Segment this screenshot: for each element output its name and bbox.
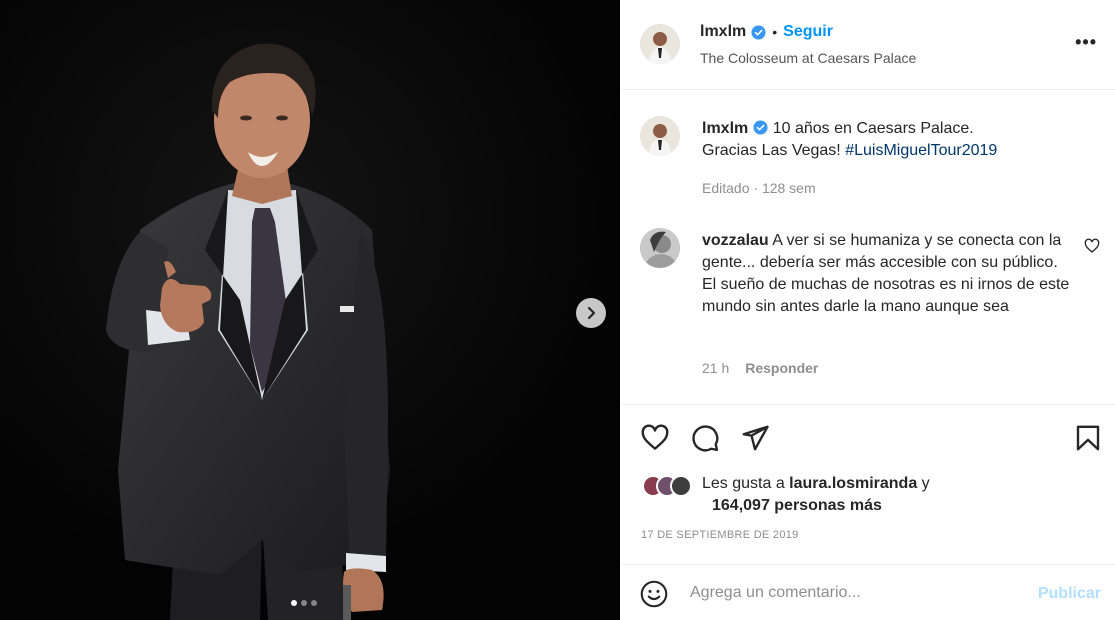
caption-line-2: Gracias Las Vegas! <box>702 142 846 159</box>
liker-avatars <box>642 475 692 497</box>
smiley-icon[interactable] <box>640 580 668 608</box>
paper-plane-icon[interactable] <box>740 423 770 453</box>
commenter-username[interactable]: vozzalau <box>702 232 769 249</box>
carousel-next-button[interactable] <box>576 298 606 328</box>
author-username[interactable]: lmxlm <box>700 23 746 41</box>
author-line: lmxlm • Seguir <box>700 23 833 41</box>
carousel-indicator <box>291 600 317 606</box>
more-options-icon[interactable]: ••• <box>1075 32 1097 53</box>
carousel-dot <box>301 600 307 606</box>
caption-line-1: 10 años en Caesars Palace. <box>768 120 974 137</box>
publish-button[interactable]: Publicar <box>1038 585 1101 603</box>
carousel-dot-active <box>291 600 297 606</box>
post-sidebar: lmxlm • Seguir The Colosseum at Caesars … <box>620 0 1115 620</box>
post-location[interactable]: The Colosseum at Caesars Palace <box>700 50 916 66</box>
caption-author-avatar[interactable] <box>640 116 680 156</box>
likes-suffix: y <box>917 475 930 492</box>
comment-bubble-icon[interactable] <box>690 423 720 453</box>
follow-button[interactable]: Seguir <box>783 23 833 41</box>
verified-badge-icon <box>753 120 768 135</box>
verified-badge-icon <box>751 24 766 40</box>
heart-icon[interactable] <box>1084 238 1100 254</box>
bookmark-icon[interactable] <box>1073 423 1103 453</box>
comment-meta: 21 h Responder <box>702 360 818 376</box>
reply-button[interactable]: Responder <box>745 360 818 376</box>
likes-prefix: Les gusta a <box>702 475 790 492</box>
commenter-avatar[interactable] <box>640 228 680 268</box>
liker-avatar[interactable] <box>670 475 692 497</box>
likes-summary: Les gusta a laura.losmiranda y <box>642 473 930 497</box>
meta-separator: · <box>753 180 759 196</box>
likes-text: Les gusta a laura.losmiranda y <box>702 473 930 495</box>
heart-icon[interactable] <box>640 423 670 453</box>
post-photo[interactable] <box>0 0 620 620</box>
post-header: lmxlm • Seguir The Colosseum at Caesars … <box>620 0 1115 90</box>
chevron-right-icon <box>587 306 596 320</box>
caption-hashtag[interactable]: #LuisMiguelTour2019 <box>845 142 997 159</box>
separator-dot: • <box>772 24 778 40</box>
likes-count[interactable]: 164,097 personas más <box>712 497 882 515</box>
liker-username[interactable]: laura.losmiranda <box>789 475 917 492</box>
edited-label: Editado <box>702 180 750 196</box>
comment-input[interactable] <box>690 579 1020 607</box>
caption-username[interactable]: lmxlm <box>702 120 748 137</box>
author-avatar[interactable] <box>640 24 680 64</box>
add-comment-bar: Publicar <box>620 564 1115 620</box>
caption-text: lmxlm 10 años en Caesars Palace. Gracias… <box>702 118 1092 162</box>
post-date[interactable]: 17 DE SEPTIEMBRE DE 2019 <box>641 529 799 541</box>
caption-meta: Editado · 128 sem <box>702 180 816 196</box>
comment-age[interactable]: 21 h <box>702 360 729 376</box>
post-image <box>0 0 620 620</box>
comment-text: vozzalau A ver si se humaniza y se conec… <box>702 230 1074 318</box>
caption-age[interactable]: 128 sem <box>762 180 816 196</box>
carousel-dot <box>311 600 317 606</box>
